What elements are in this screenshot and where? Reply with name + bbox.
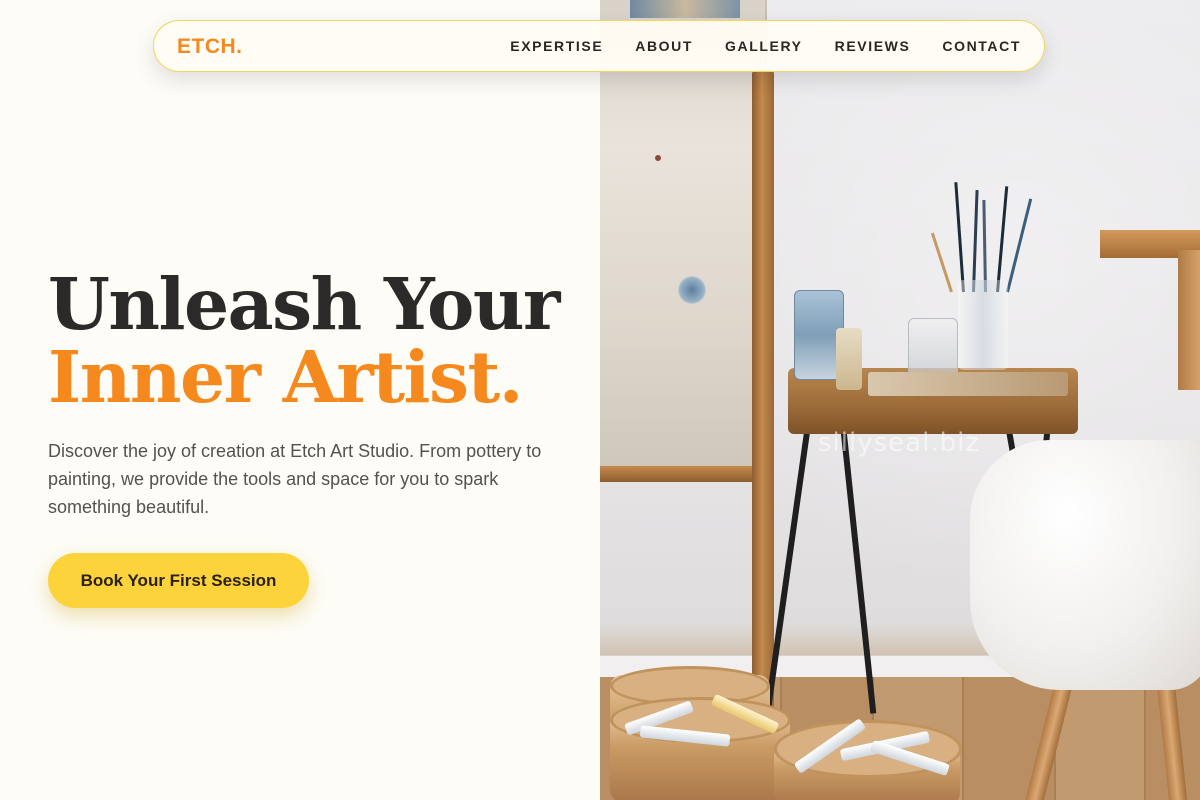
hero-heading-line2: Inner Artist. [48, 335, 523, 419]
hero-photo: sillyseal.biz [600, 0, 1200, 800]
medium-bottle [836, 328, 862, 390]
easel-crossbar [600, 466, 772, 482]
image-watermark: sillyseal.biz [818, 428, 980, 458]
white-towel [970, 440, 1200, 690]
hero-heading: Unleash Your Inner Artist. [48, 262, 560, 419]
hero-heading-line1: Unleash Your [48, 262, 560, 346]
palette-tray [868, 372, 1068, 396]
nav-link-contact[interactable]: CONTACT [942, 38, 1021, 54]
nav-link-gallery[interactable]: GALLERY [725, 38, 803, 54]
brand-logo[interactable]: ETCH. [177, 35, 243, 59]
navbar: ETCH. EXPERTISE ABOUT GALLERY REVIEWS CO… [153, 20, 1045, 72]
book-session-button[interactable]: Book Your First Session [48, 553, 309, 608]
nav-link-about[interactable]: ABOUT [635, 38, 693, 54]
nav-links: EXPERTISE ABOUT GALLERY REVIEWS CONTACT [510, 38, 1021, 54]
brush-jar [958, 280, 1008, 370]
hero-description: Discover the joy of creation at Etch Art… [48, 441, 542, 517]
easel-upright [1178, 250, 1200, 390]
nav-link-reviews[interactable]: REVIEWS [835, 38, 911, 54]
paint-cloth [600, 0, 767, 480]
nav-link-expertise[interactable]: EXPERTISE [510, 38, 603, 54]
glass-jar [908, 318, 958, 376]
